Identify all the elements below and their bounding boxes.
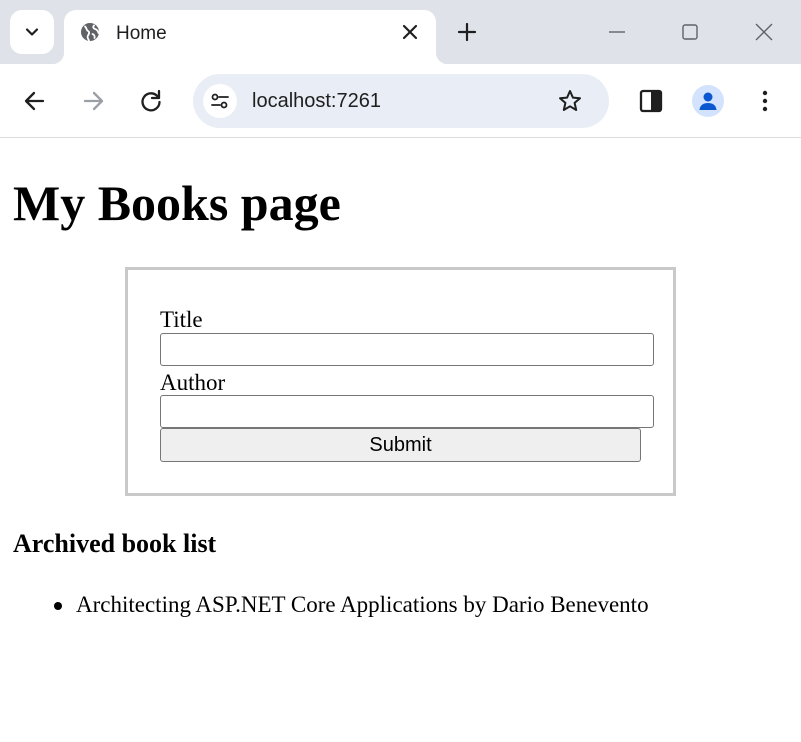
page-title: My Books page [13,175,341,231]
arrow-right-icon[interactable] [80,88,106,114]
site-info-button[interactable] [203,84,237,118]
add-book-form: Title Author Submit [125,267,676,496]
tune-icon [211,93,229,109]
address-bar[interactable]: localhost:7261 [193,74,609,128]
list-item: Architecting ASP.NET Core Applications b… [48,591,649,619]
profile-button[interactable] [692,85,724,117]
browser-toolbar: localhost:7261 [0,64,801,138]
author-label: Author [160,370,226,395]
person-icon [699,92,717,110]
globe-icon [81,23,100,42]
maximize-icon[interactable] [678,20,702,44]
plus-icon[interactable] [455,20,479,44]
tab-home[interactable]: Home [52,10,448,64]
tab-title: Home [116,23,167,44]
submit-button[interactable]: Submit [160,428,641,462]
bullet-icon [54,602,62,610]
book-entry-text: Architecting ASP.NET Core Applications b… [76,592,649,617]
url-text[interactable]: localhost:7261 [252,90,381,113]
archived-book-list: Architecting ASP.NET Core Applications b… [48,591,649,619]
close-icon[interactable] [400,22,420,42]
title-label: Title [160,307,203,332]
minimize-icon[interactable] [605,20,629,44]
title-input[interactable] [160,333,654,366]
tab-strip: Home [0,0,801,64]
arrow-left-icon[interactable] [22,88,48,114]
chevron-down-icon [25,28,39,36]
page-content: My Books page Title Author Submit Archiv… [0,139,801,742]
close-window-icon[interactable] [752,20,776,44]
kebab-menu-icon[interactable] [752,88,778,114]
author-input[interactable] [160,395,654,428]
reload-icon[interactable] [138,88,164,114]
archived-list-heading: Archived book list [13,529,217,558]
tab-search-button[interactable] [10,10,54,54]
side-panel-icon[interactable] [638,88,664,114]
star-icon[interactable] [557,88,583,114]
